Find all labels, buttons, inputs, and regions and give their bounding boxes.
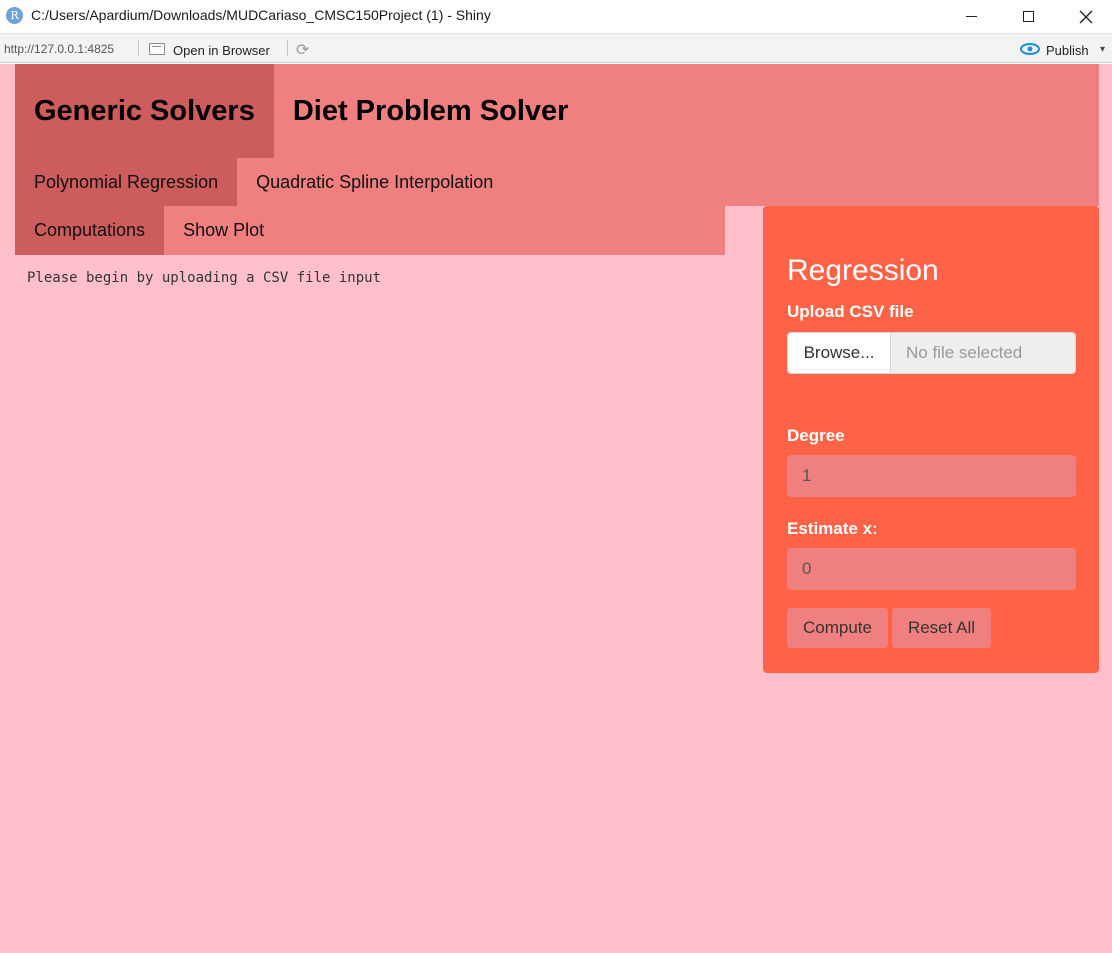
tab-diet-problem-solver[interactable]: Diet Problem Solver (274, 64, 588, 158)
chevron-down-icon[interactable]: ▾ (1100, 44, 1105, 55)
publish-button[interactable]: Publish (1046, 43, 1089, 58)
degree-input[interactable]: 1 (787, 455, 1076, 497)
window-title: C:/Users/Apardium/Downloads/MUDCariaso_C… (31, 7, 491, 23)
estimate-x-input[interactable]: 0 (787, 548, 1076, 590)
publish-icon[interactable] (1020, 43, 1040, 55)
toolbar-divider (138, 40, 139, 56)
tab-computations[interactable]: Computations (15, 206, 165, 255)
minimize-icon (965, 16, 977, 17)
r-app-icon: R (6, 7, 23, 24)
panel-heading: Regression (787, 254, 939, 287)
viewer-toolbar: http://127.0.0.1:4825 Open in Browser ⟳ … (0, 33, 1112, 63)
tab-show-plot[interactable]: Show Plot (164, 206, 283, 255)
browse-button[interactable]: Browse... (788, 333, 891, 373)
degree-label: Degree (787, 426, 845, 445)
sub-tabs: Polynomial Regression Quadratic Spline I… (15, 158, 512, 206)
close-button[interactable] (1063, 0, 1109, 33)
toolbar-divider (287, 40, 288, 56)
minimize-button[interactable] (948, 0, 994, 33)
maximize-icon (1022, 11, 1034, 22)
window-titlebar: R C:/Users/Apardium/Downloads/MUDCariaso… (0, 0, 1112, 33)
file-upload-input[interactable]: Browse... No file selected (787, 332, 1076, 374)
url-text[interactable]: http://127.0.0.1:4825 (4, 42, 114, 56)
shiny-app: Generic Solvers Diet Problem Solver Poly… (0, 64, 1112, 953)
close-icon (1079, 10, 1093, 23)
upload-label: Upload CSV file (787, 302, 914, 321)
inner-tabs: Computations Show Plot (15, 206, 725, 255)
estimate-x-label: Estimate x: (787, 519, 878, 538)
file-name-field[interactable]: No file selected (891, 333, 1075, 373)
reset-all-button[interactable]: Reset All (892, 608, 991, 648)
navbar: Generic Solvers Diet Problem Solver Poly… (15, 64, 1099, 206)
tab-generic-solvers[interactable]: Generic Solvers (15, 64, 274, 158)
tab-polynomial-regression[interactable]: Polynomial Regression (15, 158, 238, 206)
output-message: Please begin by uploading a CSV file inp… (27, 270, 382, 286)
regression-panel: Regression Upload CSV file Browse... No … (763, 206, 1099, 673)
open-in-browser-button[interactable]: Open in Browser (173, 43, 270, 58)
refresh-icon[interactable]: ⟳ (296, 40, 309, 60)
maximize-button[interactable] (1005, 0, 1051, 33)
main-tabs: Generic Solvers Diet Problem Solver (15, 64, 587, 158)
tab-quadratic-spline-interpolation[interactable]: Quadratic Spline Interpolation (237, 158, 512, 206)
compute-button[interactable]: Compute (787, 608, 888, 648)
open-in-browser-icon[interactable] (149, 43, 165, 55)
